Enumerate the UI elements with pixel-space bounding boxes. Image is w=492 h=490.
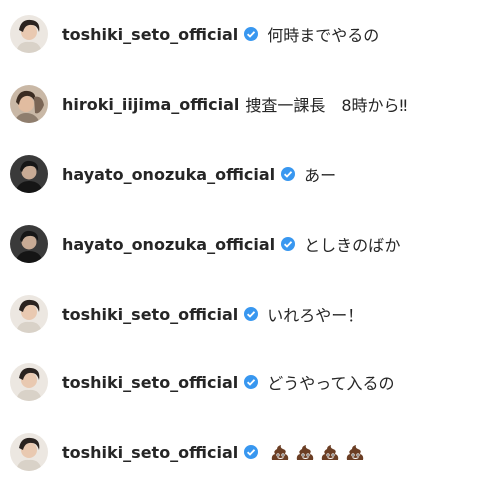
comment-item: toshiki_seto_official 何時までやるの xyxy=(10,14,379,54)
toshiki-avatar-image xyxy=(10,295,48,333)
avatar[interactable] xyxy=(10,155,48,193)
hayato-avatar-image xyxy=(10,225,48,263)
toshiki-avatar-image xyxy=(10,15,48,53)
verified-badge-icon xyxy=(243,306,259,322)
comment-username[interactable]: toshiki_seto_official xyxy=(62,25,238,44)
comment-username[interactable]: hayato_onozuka_official xyxy=(62,235,275,254)
pile-of-poo-icon xyxy=(319,441,341,463)
hiroki-avatar-image xyxy=(10,85,48,123)
comment-text: 捜査一課長 8時から‼ xyxy=(245,96,408,115)
comment-text: あー xyxy=(304,166,337,185)
avatar[interactable] xyxy=(10,433,48,471)
comment-list: toshiki_seto_official 何時までやるの hiroki_iij… xyxy=(0,0,492,490)
avatar[interactable] xyxy=(10,85,48,123)
comment-text: としきのばか xyxy=(304,236,401,255)
pile-of-poo-icon xyxy=(294,441,316,463)
avatar[interactable] xyxy=(10,225,48,263)
comment-username[interactable]: hiroki_iijima_official xyxy=(62,95,239,114)
toshiki-avatar-image xyxy=(10,433,48,471)
comment-item: toshiki_seto_official xyxy=(10,432,366,472)
verified-badge-icon xyxy=(280,236,296,252)
comment-item: toshiki_seto_official どうやって入るの xyxy=(10,362,394,402)
comment-emoji-row xyxy=(269,441,366,463)
comment-item: hayato_onozuka_official あー xyxy=(10,154,336,194)
avatar[interactable] xyxy=(10,295,48,333)
comment-username[interactable]: toshiki_seto_official xyxy=(62,443,238,462)
comment-item: toshiki_seto_official いれろやー！ xyxy=(10,294,363,334)
avatar[interactable] xyxy=(10,15,48,53)
pile-of-poo-icon xyxy=(344,441,366,463)
comment-item: hayato_onozuka_official としきのばか xyxy=(10,224,401,264)
verified-badge-icon xyxy=(280,166,296,182)
verified-badge-icon xyxy=(243,444,259,460)
comment-username[interactable]: toshiki_seto_official xyxy=(62,305,238,324)
toshiki-avatar-image xyxy=(10,363,48,401)
comment-username[interactable]: hayato_onozuka_official xyxy=(62,165,275,184)
verified-badge-icon xyxy=(243,374,259,390)
verified-badge-icon xyxy=(243,26,259,42)
comment-text: 何時までやるの xyxy=(267,26,380,45)
pile-of-poo-icon xyxy=(269,441,291,463)
hayato-avatar-image xyxy=(10,155,48,193)
comment-text: どうやって入るの xyxy=(267,374,395,393)
comment-text: いれろやー！ xyxy=(267,306,364,325)
comment-item: hiroki_iijima_official 捜査一課長 8時から‼ xyxy=(10,84,407,124)
avatar[interactable] xyxy=(10,363,48,401)
comment-username[interactable]: toshiki_seto_official xyxy=(62,373,238,392)
